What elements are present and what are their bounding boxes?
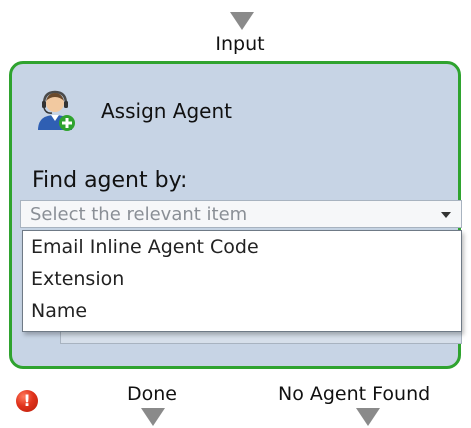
find-agent-by-label: Find agent by: [32, 168, 188, 193]
dropdown-option-name[interactable]: Name [23, 295, 461, 327]
dropdown-option-extension[interactable]: Extension [23, 263, 461, 295]
find-agent-by-dropdown-list: Email Inline Agent Code Extension Name [22, 230, 462, 332]
input-port-label: Input [215, 33, 265, 55]
done-port-label: Done [127, 383, 177, 405]
workflow-canvas: Input Assign Agent Find agent by: Select… [0, 0, 471, 428]
no-agent-found-port-label: No Agent Found [278, 383, 431, 405]
input-port-arrow-icon[interactable] [230, 12, 254, 30]
error-icon[interactable]: ! [16, 390, 38, 412]
no-agent-found-port-arrow-icon[interactable] [356, 408, 380, 426]
select-placeholder: Select the relevant item [30, 204, 248, 225]
find-agent-by-select[interactable]: Select the relevant item [20, 200, 462, 228]
activity-title: Assign Agent [101, 99, 233, 123]
assign-agent-icon [38, 90, 75, 131]
done-port-arrow-icon[interactable] [141, 408, 165, 426]
assign-agent-activity[interactable]: Assign Agent Find agent by: Select the r… [9, 61, 462, 369]
dropdown-option-email-inline-agent-code[interactable]: Email Inline Agent Code [23, 231, 461, 263]
chevron-down-icon[interactable] [441, 212, 451, 218]
